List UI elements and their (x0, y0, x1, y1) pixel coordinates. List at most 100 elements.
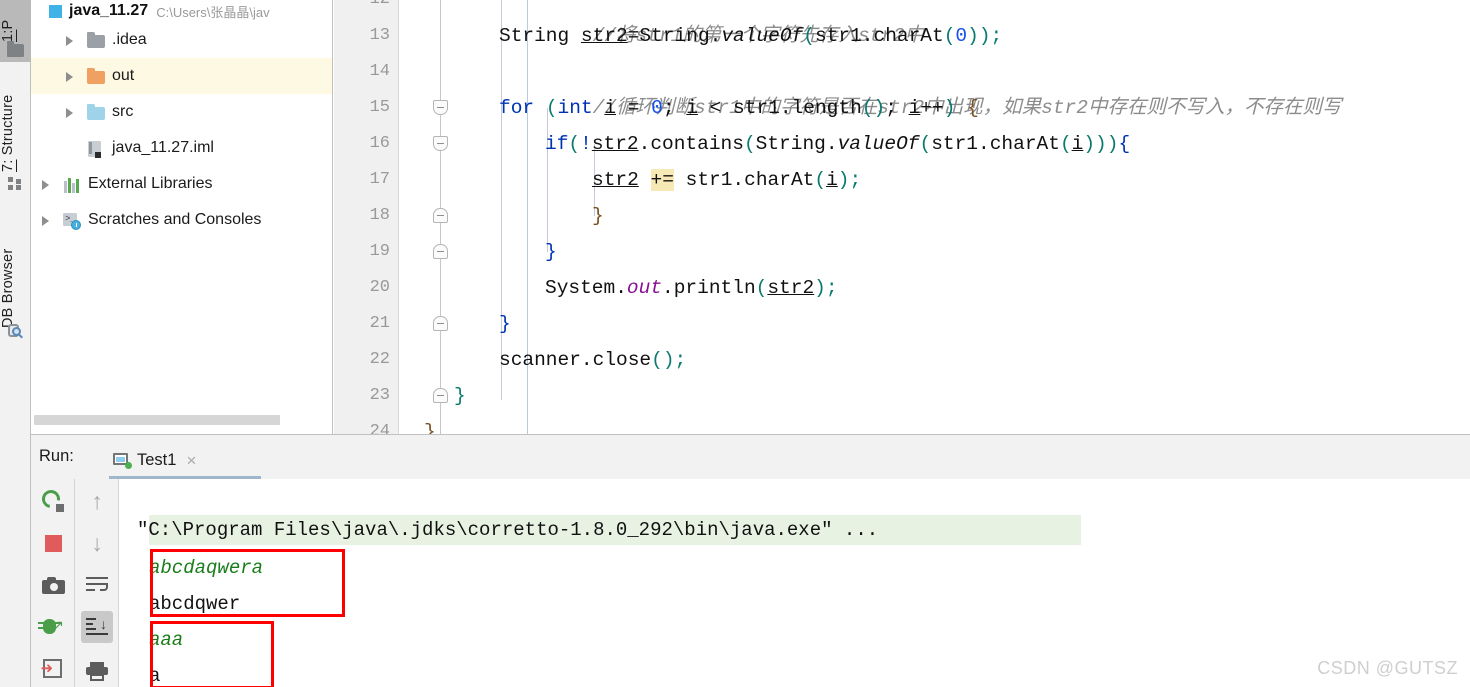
run-tab-label: Test1 (137, 450, 177, 469)
line-number: 17 (369, 170, 390, 189)
annotation-box-2 (150, 621, 274, 687)
code-line-12: //将str1的第一个字符先存入str2中 (499, 0, 925, 47)
code-token: i (1071, 133, 1084, 155)
code-token: = (616, 97, 652, 119)
code-keyword: int (557, 97, 593, 119)
code-token: ; (885, 97, 909, 119)
arrow-up-icon: ↑ (91, 487, 103, 514)
line-number: 21 (369, 314, 390, 333)
project-tool-window[interactable]: java_11.27 C:\Users\张晶晶\jav .idea out sr… (31, 0, 333, 434)
stop-button[interactable] (37, 527, 69, 559)
code-token: 0 (651, 97, 663, 119)
tree-item-label: External Libraries (88, 175, 213, 192)
sidebar-tab-structure[interactable]: 7: Structure (0, 52, 31, 172)
tree-item-label: java_11.27.iml (112, 139, 214, 156)
code-token: str1.charAt (673, 169, 815, 191)
run-tab-test1[interactable]: Test1 × (109, 441, 261, 479)
code-line-20: System.out.println(str2); (545, 277, 838, 299)
tree-row-out[interactable]: out (31, 58, 332, 94)
tree-item-label: out (112, 67, 135, 84)
tree-row-src[interactable]: src (31, 94, 332, 130)
fold-marker[interactable] (433, 136, 448, 151)
rerun-button[interactable] (37, 485, 69, 517)
fold-marker[interactable] (433, 388, 448, 403)
code-token: ; (662, 97, 687, 119)
line-number: 24 (369, 422, 390, 434)
bug-icon: ↗ (38, 617, 64, 637)
editor-gutter[interactable]: 12 13 14 15 16 17 18 19 20 21 22 23 24 (334, 0, 398, 434)
rerun-icon (38, 486, 64, 512)
fold-marker[interactable] (433, 100, 448, 115)
code-line-15: for (int i = 0; i < str1.length(); i++) … (499, 97, 979, 119)
printer-icon (86, 661, 108, 681)
export-button[interactable]: ➜ (37, 653, 69, 685)
libraries-icon (62, 176, 82, 193)
structure-icon (8, 177, 25, 194)
screenshot-button[interactable] (37, 569, 69, 601)
soft-wrap-icon (86, 577, 108, 593)
iml-file-icon (86, 140, 106, 158)
soft-wrap-button[interactable] (81, 569, 113, 601)
print-button[interactable] (81, 655, 113, 687)
scratches-icon: >_ (62, 212, 82, 230)
scroll-to-end-button[interactable]: ↓ (81, 611, 113, 643)
code-token: str2 (591, 133, 639, 155)
sidebar-tab-project[interactable]: 1:P (0, 2, 31, 42)
run-left-toolbar: ↗ ➜ (31, 479, 75, 687)
code-token: 0 (955, 25, 968, 47)
code-token: < str1.length (697, 97, 862, 119)
tree-row-external-libraries[interactable]: External Libraries (31, 166, 332, 202)
line-number: 15 (369, 98, 390, 117)
gutter-separator (398, 0, 399, 434)
chevron-right-icon[interactable] (63, 34, 76, 47)
sidebar-tab-db-browser[interactable]: DB Browser (0, 228, 31, 328)
console-command-line: "C:\Program Files\java\.jdks\corretto-1.… (137, 519, 879, 541)
down-button[interactable]: ↓ (81, 527, 113, 559)
code-line-18: } (592, 205, 604, 227)
chevron-right-icon[interactable] (39, 178, 52, 191)
left-tool-strip: 1:P 7: Structure DB Browser (0, 0, 31, 687)
line-number: 16 (369, 134, 390, 153)
console-output[interactable]: "C:\Program Files\java\.jdks\corretto-1.… (119, 479, 1470, 687)
fold-marker[interactable] (433, 244, 448, 259)
code-token: i (826, 169, 838, 191)
folder-grey-icon (86, 31, 106, 49)
tree-row-iml[interactable]: java_11.27.iml (31, 130, 332, 166)
db-browser-icon (7, 322, 24, 339)
code-token: i (604, 97, 617, 119)
code-line-22: scanner.close(); (499, 349, 687, 371)
tree-row-root[interactable]: java_11.27 C:\Users\张晶晶\jav (31, 0, 332, 22)
sidebar-tab-db-browser-label: DB Browser (0, 248, 16, 328)
up-button[interactable]: ↑ (81, 485, 113, 517)
fold-marker[interactable] (433, 208, 448, 223)
code-folding-column[interactable] (430, 0, 452, 434)
close-icon[interactable]: × (186, 452, 196, 469)
editor-text[interactable]: //将str1的第一个字符先存入str2中 String str2=String… (424, 0, 1470, 434)
line-number: 14 (369, 62, 390, 81)
tree-root-label: java_11.27 (69, 2, 149, 19)
project-horizontal-scrollbar[interactable] (34, 415, 280, 425)
tree-row-idea[interactable]: .idea (31, 22, 332, 58)
code-token: i (686, 97, 698, 119)
code-editor[interactable]: 12 13 14 15 16 17 18 19 20 21 22 23 24 (334, 0, 1470, 434)
code-line-17: str2 += str1.charAt(i); (592, 169, 862, 191)
chevron-right-icon[interactable] (39, 214, 52, 227)
code-token: str2 (580, 25, 628, 47)
code-token: str2 (592, 169, 639, 191)
fold-marker[interactable] (433, 316, 448, 331)
code-token: str1.charAt (931, 133, 1060, 155)
code-token: .println (662, 277, 756, 299)
code-token: valueOf (721, 25, 804, 47)
debug-button[interactable]: ↗ (37, 611, 69, 643)
line-number: 12 (370, 0, 390, 18)
tree-row-scratches-and-consoles[interactable]: >_ Scratches and Consoles (31, 202, 332, 238)
sidebar-tab-structure-label: Structure (0, 94, 16, 156)
code-operator-highlight: += (650, 169, 674, 191)
chevron-right-icon[interactable] (63, 106, 76, 119)
code-token: out (626, 277, 663, 299)
chevron-right-icon[interactable] (63, 70, 76, 83)
code-token: valueOf (837, 133, 920, 155)
camera-icon (41, 576, 65, 594)
tree-root-path: C:\Users\张晶晶\jav (156, 4, 270, 20)
code-keyword: if (545, 133, 569, 155)
